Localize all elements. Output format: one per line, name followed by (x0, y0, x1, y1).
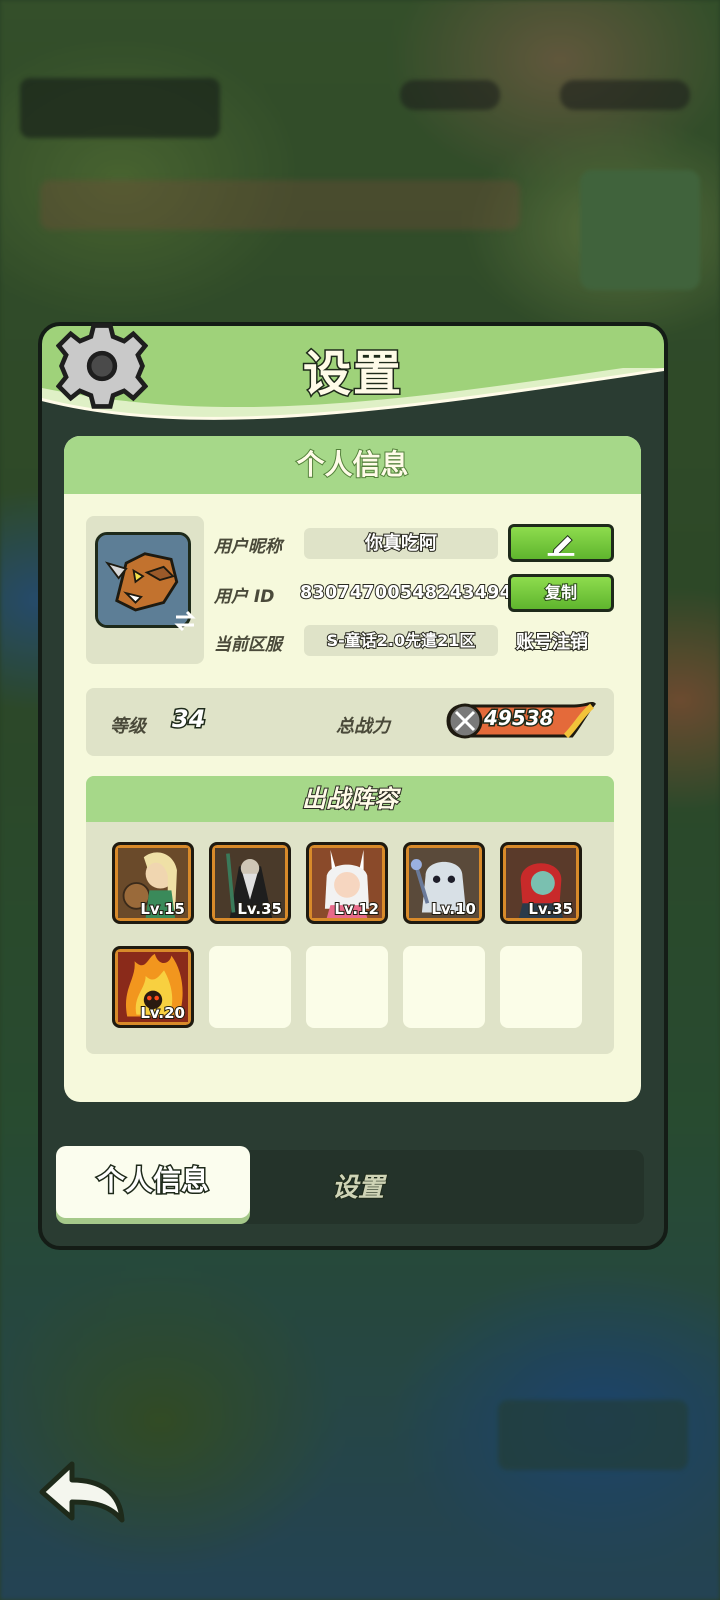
user-id-value: 83074700548243494 (299, 582, 513, 604)
pencil-icon (547, 535, 575, 556)
stats-panel: 等级 34 总战力 49538 (86, 688, 614, 756)
user-id-label: 用户 ID (214, 587, 275, 607)
hero-slot[interactable]: Lv.12 (306, 842, 388, 924)
level-label: 等级 (110, 716, 146, 737)
personal-info-card: 个人信息 用户昵称 你真吃阿 用户 ID 83074700548243494 复… (64, 436, 641, 1102)
back-arrow-icon[interactable] (36, 1458, 128, 1528)
hero-level: Lv.12 (333, 899, 380, 919)
nickname-label: 用户昵称 (214, 537, 282, 557)
battle-lineup: 出战阵容 Lv.15 Lv.35 Lv.12 Lv.10 Lv.35 Lv.20 (86, 776, 614, 1054)
hero-slot[interactable]: Lv.10 (403, 842, 485, 924)
avatar-frame (86, 516, 204, 664)
edit-nickname-button[interactable] (508, 524, 614, 562)
hero-level: Lv.35 (236, 899, 283, 919)
hero-slot[interactable]: Lv.15 (112, 842, 194, 924)
copy-button[interactable]: 复制 (508, 574, 614, 612)
hero-level: Lv.20 (139, 1003, 186, 1023)
tab-personal-info[interactable]: 个人信息 (56, 1146, 250, 1218)
power-value: 49538 (483, 705, 556, 732)
swap-icon[interactable] (172, 608, 198, 634)
nickname-value: 你真吃阿 (304, 528, 498, 559)
hero-level: Lv.10 (430, 899, 477, 919)
lineup-title: 出战阵容 (86, 776, 614, 822)
empty-hero-slot[interactable] (209, 946, 291, 1028)
gear-icon (56, 323, 148, 409)
hero-slot[interactable]: Lv.35 (209, 842, 291, 924)
hero-level: Lv.15 (139, 899, 186, 919)
level-value: 34 (170, 704, 206, 735)
power-label: 总战力 (336, 716, 390, 737)
hero-level: Lv.35 (527, 899, 574, 919)
server-value: S-童话2.0先遣21区 (304, 625, 498, 656)
empty-hero-slot[interactable] (500, 946, 582, 1028)
account-deletion-link[interactable]: 账号注销 (515, 628, 589, 654)
hero-slot[interactable]: Lv.35 (500, 842, 582, 924)
empty-hero-slot[interactable] (403, 946, 485, 1028)
server-label: 当前区服 (214, 635, 282, 655)
hero-slot[interactable]: Lv.20 (112, 946, 194, 1028)
tab-settings[interactable]: 设置 (268, 1158, 448, 1218)
card-title: 个人信息 (64, 436, 641, 494)
empty-hero-slot[interactable] (306, 946, 388, 1028)
